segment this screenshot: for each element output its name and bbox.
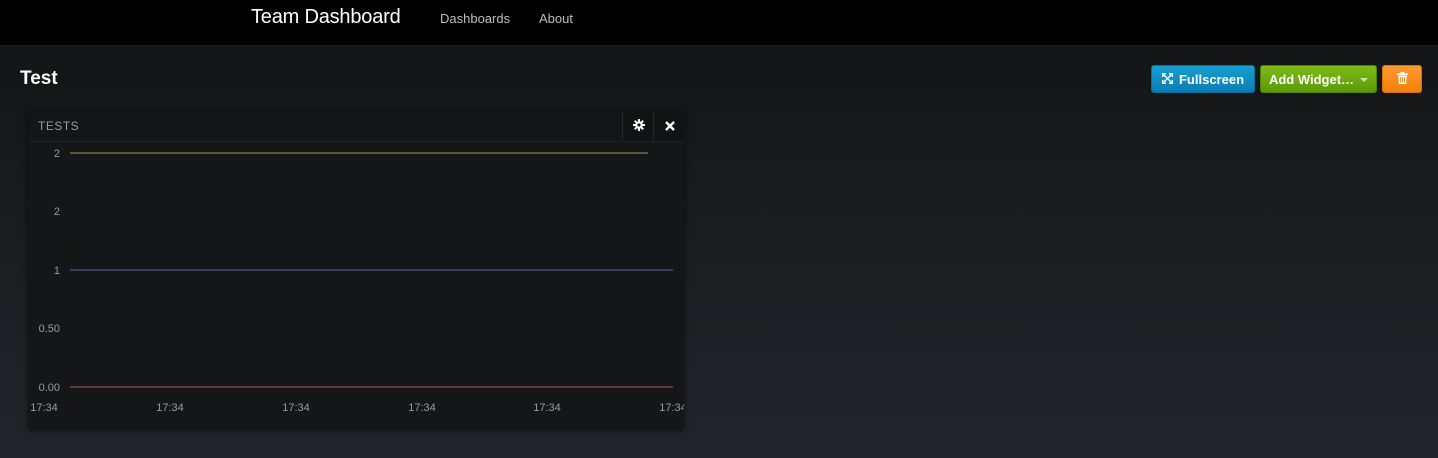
expand-icon [1161, 72, 1173, 87]
x-tick-label: 17:34 [282, 402, 310, 414]
fullscreen-label: Fullscreen [1178, 71, 1245, 87]
x-tick-label: 17:34 [659, 402, 684, 414]
top-navbar: Team Dashboard Dashboards About [0, 0, 1438, 46]
x-tick-label: 17:34 [30, 402, 58, 414]
y-tick-label: 1 [54, 265, 60, 277]
tests-line-chart: 0.00 0.50 1 2 2 17:34 17:34 17:34 17:34 17:34 17:3… [30, 148, 684, 414]
tests-widget: TESTS 0.00 0.50 1 2 2 17:34 17:34 17:34 … [28, 112, 685, 430]
add-widget-label: Add Widget… [1268, 71, 1355, 87]
x-tick-label: 17:34 [408, 402, 436, 414]
delete-dashboard-button[interactable] [1382, 65, 1422, 93]
y-tick-label: 0.00 [39, 382, 60, 394]
x-tick-label: 17:34 [156, 402, 184, 414]
page-title: Test [20, 68, 58, 89]
fullscreen-button[interactable]: Fullscreen [1151, 65, 1255, 93]
y-tick-label: 0.50 [39, 323, 60, 335]
nav-link-dashboards[interactable]: Dashboards [440, 11, 510, 26]
add-widget-button[interactable]: Add Widget… [1260, 65, 1377, 93]
y-tick-label: 2 [54, 148, 60, 160]
y-tick-label: 2 [54, 206, 60, 218]
caret-down-icon [1360, 78, 1369, 82]
brand-title[interactable]: Team Dashboard [251, 6, 401, 29]
nav-link-about[interactable]: About [539, 11, 573, 26]
trash-icon [1396, 71, 1408, 87]
x-tick-label: 17:34 [533, 402, 561, 414]
